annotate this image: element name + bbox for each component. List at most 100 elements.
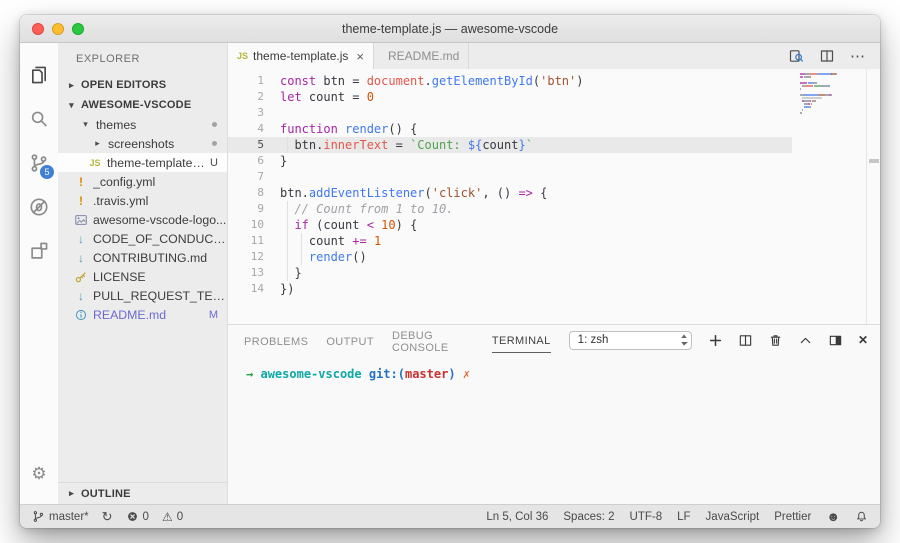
terminal-content[interactable]: → awesome-vscode git:(master) ✗ xyxy=(228,355,880,381)
code-line-10[interactable]: 10 if (count < 10) { xyxy=(228,217,792,233)
line-content: const btn = document.getElementById('btn… xyxy=(264,73,792,89)
code-line-12[interactable]: 12 render() xyxy=(228,249,792,265)
status-item-master[interactable]: master* xyxy=(32,510,89,523)
code-line-11[interactable]: 11 count += 1 xyxy=(228,233,792,249)
status-item-feedback-smiley-icon[interactable]: ☻ xyxy=(826,509,840,524)
code-line-13[interactable]: 13 } xyxy=(228,265,792,281)
panel-tab-terminal[interactable]: TERMINAL xyxy=(492,327,551,353)
minimap[interactable] xyxy=(800,73,864,115)
code-line-3[interactable]: 3 xyxy=(228,105,792,121)
split-editor-icon[interactable] xyxy=(819,48,835,64)
line-number: 1 xyxy=(228,73,264,89)
code-line-1[interactable]: 1const btn = document.getElementById('bt… xyxy=(228,73,792,89)
status-item-ln-5-col-36[interactable]: Ln 5, Col 36 xyxy=(486,511,548,523)
line-content: let count = 0 xyxy=(264,89,792,105)
activity-bar-item-debug[interactable] xyxy=(20,185,58,229)
yml-warning-icon: ! xyxy=(74,175,88,189)
key-icon xyxy=(74,270,88,284)
more-actions-icon[interactable]: ⋯ xyxy=(850,47,866,65)
tree-item-screenshots[interactable]: ▸screenshots xyxy=(58,134,227,153)
activity-bar-item-source-control[interactable]: 5 xyxy=(20,141,58,185)
code-line-9[interactable]: 9 // Count from 1 to 10. xyxy=(228,201,792,217)
indent-guide xyxy=(287,249,288,265)
shell-select[interactable]: 1: zsh xyxy=(569,331,692,350)
info-icon xyxy=(74,308,88,322)
tree-item-code-of-conduct[interactable]: ↓CODE_OF_CONDUCT.... xyxy=(58,229,227,248)
status-item-prettier[interactable]: Prettier xyxy=(774,511,811,523)
tree-item-travis-yml[interactable]: !.travis.yml xyxy=(58,191,227,210)
chevron-down-icon: ▾ xyxy=(66,100,77,111)
new-terminal-icon[interactable] xyxy=(708,333,723,348)
tree-item-contributing-md[interactable]: ↓CONTRIBUTING.md xyxy=(58,248,227,267)
status-item-sync-icon[interactable]: ↻ xyxy=(102,509,113,525)
code-line-4[interactable]: 4function render() { xyxy=(228,121,792,137)
close-tab-icon[interactable]: × xyxy=(356,49,364,64)
tab-readme-md[interactable]: README.md xyxy=(374,43,469,69)
markdown-file-icon: ↓ xyxy=(74,232,88,246)
code-line-14[interactable]: 14}) xyxy=(228,281,792,297)
code-line-6[interactable]: 6} xyxy=(228,153,792,169)
tree-item-awesome-vscode-logo[interactable]: awesome-vscode-logo... xyxy=(58,210,227,229)
tree-item-theme-template[interactable]: JStheme-template....U xyxy=(58,153,227,172)
tree-item-themes[interactable]: ▾themes xyxy=(58,115,227,134)
tree-item-license[interactable]: LICENSE xyxy=(58,267,227,286)
kill-terminal-icon[interactable] xyxy=(768,333,783,348)
status-bar: master* ↻ 0 ⚠0 Ln 5, Col 36 Spaces: 2 UTF-8 LF… xyxy=(20,504,880,528)
status-item-spaces-2[interactable]: Spaces: 2 xyxy=(563,511,614,523)
git-status-badge: U xyxy=(210,157,218,169)
status-item-javascript[interactable]: JavaScript xyxy=(706,511,760,523)
indent-guide xyxy=(287,233,288,249)
status-item-bell-icon[interactable] xyxy=(855,510,868,523)
tree-item-config-yml[interactable]: !_config.yml xyxy=(58,172,227,191)
root-folder-section[interactable]: ▾ AWESOME-VSCODE xyxy=(58,95,227,115)
settings-gear-icon[interactable]: ⚙ xyxy=(20,454,58,494)
status-item-lf[interactable]: LF xyxy=(677,511,690,523)
editor-actions: ⋯ xyxy=(788,43,880,69)
code-line-2[interactable]: 2let count = 0 xyxy=(228,89,792,105)
split-terminal-icon[interactable] xyxy=(738,333,753,348)
panel-tab-problems[interactable]: PROBLEMS xyxy=(244,328,308,353)
maximize-panel-icon[interactable] xyxy=(798,333,813,348)
search-icon xyxy=(28,108,50,130)
toggle-panel-position-icon[interactable] xyxy=(828,333,843,348)
open-preview-icon[interactable] xyxy=(788,48,804,64)
outline-section[interactable]: ▸ OUTLINE xyxy=(58,482,227,504)
line-content xyxy=(264,105,792,121)
panel-tab-output[interactable]: OUTPUT xyxy=(326,328,374,353)
tab-theme-template-js[interactable]: JS theme-template.js × xyxy=(228,43,374,69)
outline-label: OUTLINE xyxy=(81,488,131,500)
code-line-5[interactable]: 5 btn.innerText = `Count: ${count}` xyxy=(228,137,792,153)
explorer-sidebar: EXPLORER ▸ OPEN EDITORS ▾ AWESOME-VSCODE… xyxy=(58,43,228,504)
status-item-0[interactable]: ⚠0 xyxy=(162,510,183,524)
indent-guide xyxy=(287,137,288,153)
titlebar[interactable]: theme-template.js — awesome-vscode xyxy=(20,15,880,43)
tree-item-pull-request-temp[interactable]: ↓PULL_REQUEST_TEMP... xyxy=(58,286,227,305)
scrollbar-thumb[interactable] xyxy=(869,159,879,163)
code-line-7[interactable]: 7 xyxy=(228,169,792,185)
panel-tab-debug-console[interactable]: DEBUG CONSOLE xyxy=(392,322,474,359)
code-line-8[interactable]: 8btn.addEventListener('click', () => { xyxy=(228,185,792,201)
open-editors-section[interactable]: ▸ OPEN EDITORS xyxy=(58,75,227,95)
modified-dot-icon xyxy=(212,141,217,146)
line-content: // Count from 1 to 10. xyxy=(264,201,792,217)
vscode-window: theme-template.js — awesome-vscode 5 ⚙ E… xyxy=(20,15,880,528)
line-number: 13 xyxy=(228,265,264,281)
activity-bar-item-extensions[interactable] xyxy=(20,229,58,273)
line-content: btn.addEventListener('click', () => { xyxy=(264,185,792,201)
status-item-utf-8[interactable]: UTF-8 xyxy=(630,511,663,523)
tree-item-label: CONTRIBUTING.md xyxy=(93,251,207,265)
terminal-prompt: → awesome-vscode git:(master) ✗ xyxy=(246,367,470,381)
activity-bar-item-explorer[interactable] xyxy=(20,53,58,97)
chevron-right-icon: ▸ xyxy=(92,138,103,149)
tree-item-readme-md[interactable]: README.mdM xyxy=(58,305,227,324)
chevron-right-icon: ▸ xyxy=(66,80,77,91)
activity-bar-item-search[interactable] xyxy=(20,97,58,141)
line-content: } xyxy=(264,265,792,281)
editor-scrollbar[interactable] xyxy=(866,69,880,324)
feedback-smiley-icon: ☻ xyxy=(826,509,840,524)
code-editor[interactable]: 1const btn = document.getElementById('bt… xyxy=(228,69,880,324)
close-panel-icon[interactable]: ✕ xyxy=(858,333,868,347)
status-item-0[interactable]: 0 xyxy=(126,510,149,523)
line-content: if (count < 10) { xyxy=(264,217,792,233)
line-number: 6 xyxy=(228,153,264,169)
